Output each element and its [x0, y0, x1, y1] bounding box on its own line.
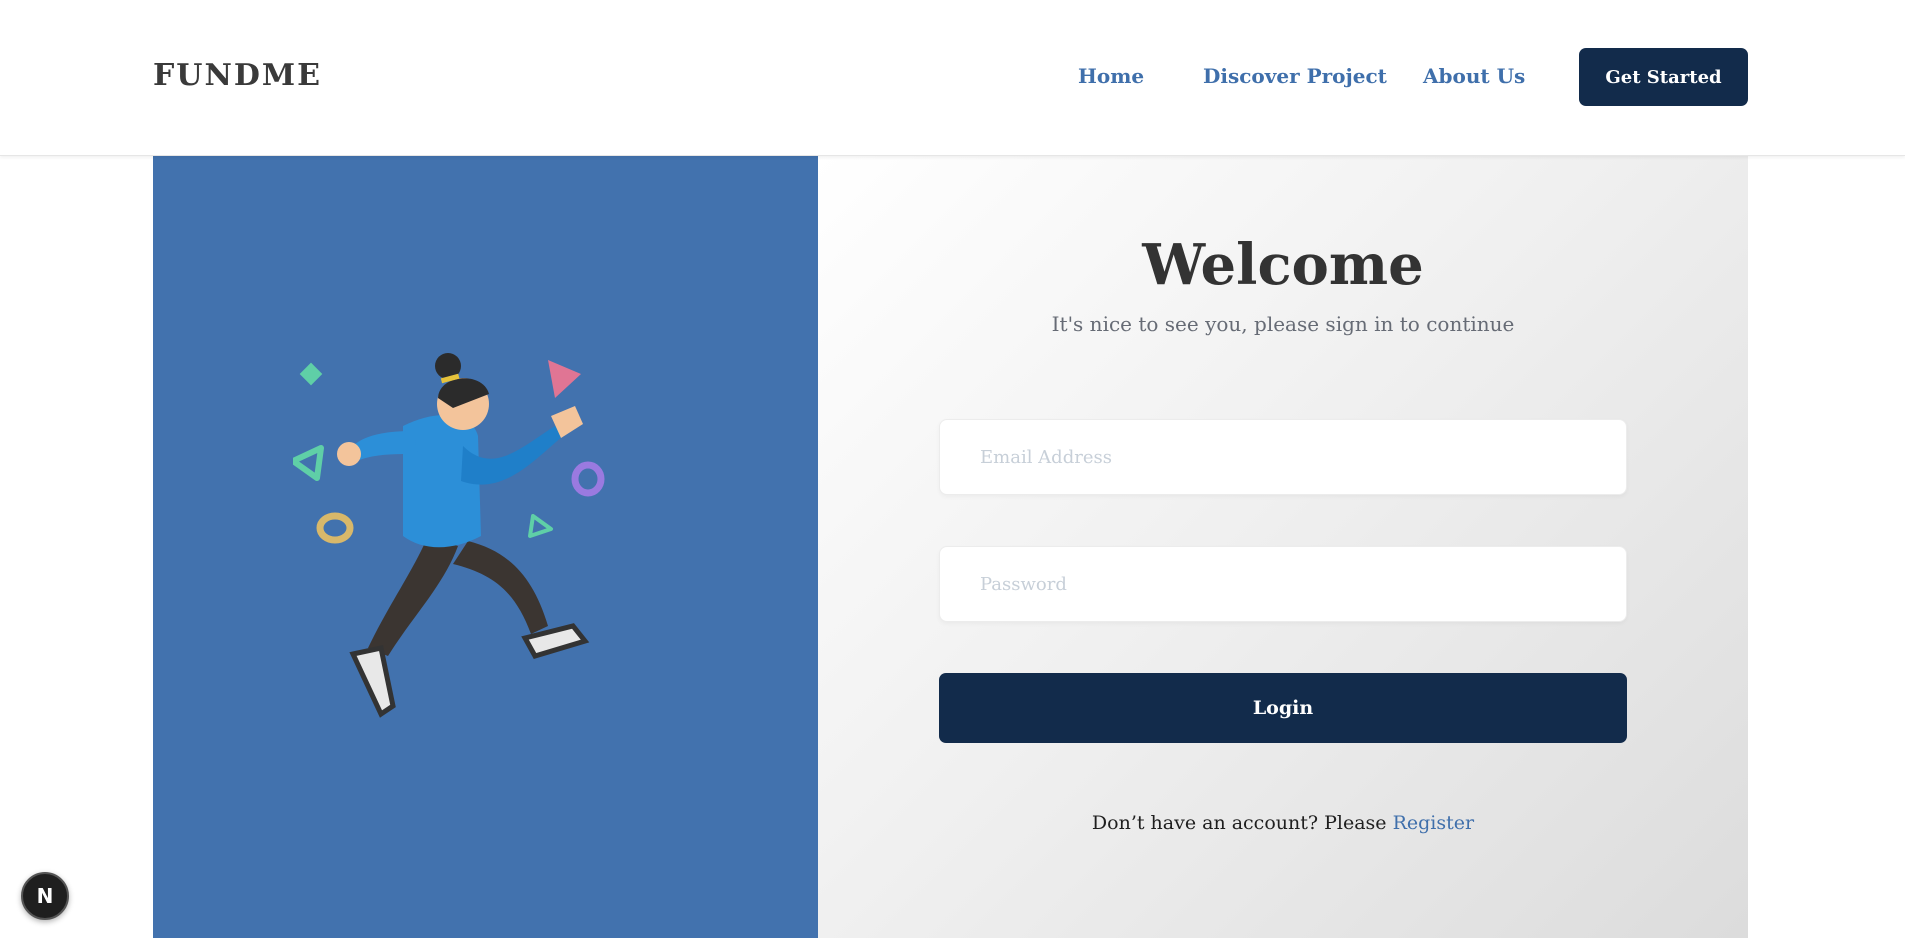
- nextjs-icon[interactable]: N: [21, 872, 69, 920]
- site-header: FUNDME Home Discover Project About Us Ge…: [0, 0, 1905, 156]
- purple-ring-shape: [571, 461, 605, 497]
- ring-shape: [316, 512, 354, 544]
- nav-about-link[interactable]: About Us: [1423, 64, 1525, 88]
- illustration-panel: [153, 156, 818, 938]
- nav-home-link[interactable]: Home: [1078, 64, 1144, 88]
- email-field[interactable]: [939, 419, 1627, 495]
- register-prompt-text: Don’t have an account? Please: [1091, 812, 1387, 834]
- running-person-illustration: [293, 353, 605, 718]
- login-button[interactable]: Login: [939, 673, 1627, 743]
- back-hand: [337, 442, 361, 466]
- nav-discover-link[interactable]: Discover Project: [1203, 64, 1387, 88]
- small-triangle-shape: [528, 514, 553, 538]
- diamond-shape: [299, 362, 323, 386]
- register-prompt: Don’t have an account? Please Register: [818, 812, 1748, 834]
- welcome-subtitle: It's nice to see you, please sign in to …: [1051, 312, 1515, 336]
- site-logo[interactable]: FUNDME: [153, 58, 322, 93]
- password-field[interactable]: [939, 546, 1627, 622]
- pink-triangle-shape: [548, 360, 581, 398]
- login-panel: Welcome It's nice to see you, please sig…: [818, 156, 1748, 938]
- welcome-title: Welcome: [1142, 232, 1424, 298]
- back-leg: [368, 536, 458, 656]
- get-started-button[interactable]: Get Started: [1579, 48, 1748, 106]
- triangle-outline-shape: [293, 445, 324, 481]
- back-shoe: [349, 645, 396, 718]
- front-leg: [453, 541, 548, 634]
- register-link[interactable]: Register: [1393, 812, 1475, 834]
